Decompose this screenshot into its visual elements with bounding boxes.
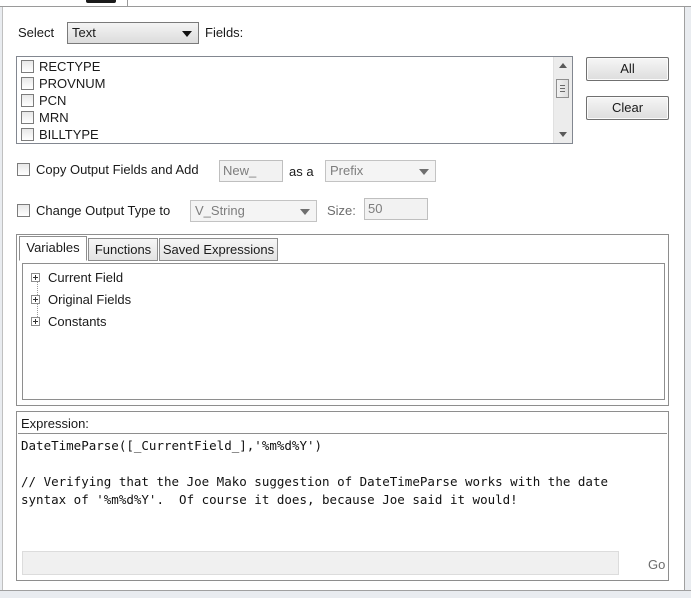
field-name: BILLTYPE <box>39 127 99 142</box>
window-bottom-border <box>0 590 691 598</box>
tree-node-label: Current Field <box>48 270 124 285</box>
fields-list[interactable]: RECTYPE PROVNUM PCN MRN BILLTYPE <box>16 56 573 144</box>
field-type-value: Text <box>72 25 96 40</box>
tab-saved-expressions[interactable]: Saved Expressions <box>159 238 278 261</box>
change-type-label: Change Output Type to <box>36 203 171 218</box>
output-type-dropdown[interactable]: V_String <box>190 200 317 222</box>
top-tab-fragment <box>86 0 116 3</box>
prefix-text-input[interactable]: New_ <box>219 160 283 182</box>
tree-node-label: Original Fields <box>48 292 132 307</box>
change-type-checkbox[interactable] <box>17 204 30 217</box>
expression-line: // Verifying that the Joe Mako suggestio… <box>21 474 608 489</box>
expression-line: syntax of '%m%d%Y'. Of course it does, b… <box>21 492 518 507</box>
window-left-border <box>0 7 3 598</box>
field-checkbox[interactable] <box>21 128 34 141</box>
field-checkbox[interactable] <box>21 94 34 107</box>
field-row-provnum[interactable]: PROVNUM <box>19 75 549 92</box>
field-row-rectype[interactable]: RECTYPE <box>19 58 549 75</box>
expression-status-bar <box>22 551 619 575</box>
field-type-dropdown[interactable]: Text <box>67 22 199 44</box>
chevron-down-icon <box>300 209 310 215</box>
field-checkbox[interactable] <box>21 111 34 124</box>
fields-scrollbar[interactable] <box>553 57 572 143</box>
size-value: 50 <box>368 201 383 216</box>
size-input[interactable]: 50 <box>364 198 428 220</box>
field-row-mrn[interactable]: MRN <box>19 109 549 126</box>
clear-button[interactable]: Clear <box>586 96 669 120</box>
expression-editor[interactable]: DateTimeParse([_CurrentField_],'%m%d%Y')… <box>18 433 667 547</box>
output-type-value: V_String <box>195 203 245 218</box>
grip-line <box>560 85 565 86</box>
prefix-suffix-value: Prefix <box>330 163 364 178</box>
scroll-up-icon[interactable] <box>559 63 567 68</box>
copy-output-label: Copy Output Fields and Add <box>36 162 199 177</box>
tree-node-label: Constants <box>48 314 107 329</box>
window-right-border <box>684 7 691 598</box>
grip-line <box>560 88 565 89</box>
plus-box-icon[interactable] <box>31 295 40 304</box>
scrollbar-thumb[interactable] <box>556 79 569 98</box>
size-label: Size: <box>327 203 356 218</box>
prefix-value: New_ <box>223 163 257 178</box>
expression-label: Expression: <box>21 416 89 431</box>
tree-node-constants[interactable]: Constants <box>31 313 231 331</box>
chevron-down-icon <box>182 31 192 37</box>
field-checkbox[interactable] <box>21 77 34 90</box>
field-name: PCN <box>39 93 67 108</box>
scroll-down-icon[interactable] <box>559 132 567 137</box>
tab-functions[interactable]: Functions <box>88 238 158 261</box>
fields-label: Fields: <box>205 25 244 40</box>
plus-box-icon[interactable] <box>31 273 40 282</box>
tab-variables[interactable]: Variables <box>19 236 87 261</box>
field-checkbox[interactable] <box>21 60 34 73</box>
copy-output-checkbox[interactable] <box>17 163 30 176</box>
plus-box-icon[interactable] <box>31 317 40 326</box>
prefix-suffix-dropdown[interactable]: Prefix <box>325 160 436 182</box>
select-label: Select <box>18 25 55 40</box>
field-name: RECTYPE <box>39 59 101 74</box>
field-name: PROVNUM <box>39 76 106 91</box>
select-all-button[interactable]: All <box>586 57 669 81</box>
field-row-billtype[interactable]: BILLTYPE <box>19 126 549 143</box>
field-row-pcn[interactable]: PCN <box>19 92 549 109</box>
as-a-label: as a <box>289 164 314 179</box>
tree-node-current-field[interactable]: Current Field <box>31 269 231 287</box>
expression-line: DateTimeParse([_CurrentField_],'%m%d%Y') <box>21 438 323 453</box>
field-name: MRN <box>39 110 69 125</box>
go-button[interactable]: Go <box>648 557 665 573</box>
variables-tree[interactable]: Current Field Original Fields Constants <box>22 263 665 400</box>
tree-node-original-fields[interactable]: Original Fields <box>31 291 231 309</box>
chevron-down-icon <box>419 169 429 175</box>
grip-line <box>560 91 565 92</box>
